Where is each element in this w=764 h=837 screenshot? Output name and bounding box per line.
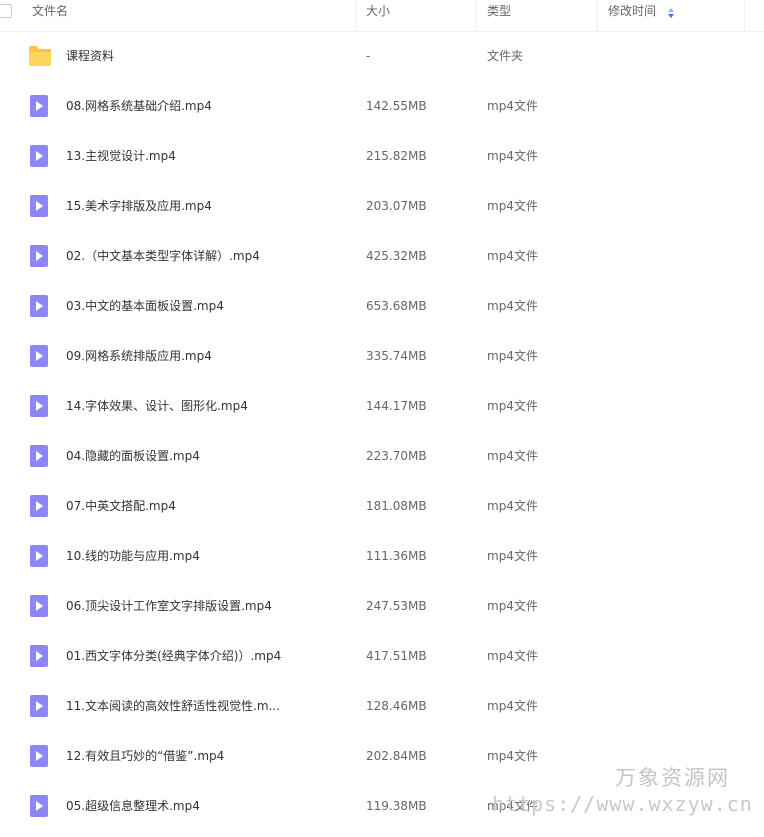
file-type: mp4文件 xyxy=(487,649,538,663)
file-size: 425.32MB xyxy=(366,249,427,263)
file-name[interactable]: 04.隐藏的面板设置.mp4 xyxy=(66,431,200,481)
file-size: 653.68MB xyxy=(366,299,427,313)
file-row[interactable]: 01.西文字体分类(经典字体介绍)）.mp4 417.51MB mp4文件 xyxy=(0,631,764,681)
video-file-icon xyxy=(28,345,52,367)
select-all-checkbox[interactable] xyxy=(0,4,12,18)
file-row[interactable]: 14.字体效果、设计、图形化.mp4 144.17MB mp4文件 xyxy=(0,381,764,431)
file-type: mp4文件 xyxy=(487,699,538,713)
file-size: 215.82MB xyxy=(366,149,427,163)
file-size: 202.84MB xyxy=(366,749,427,763)
file-type: mp4文件 xyxy=(487,499,538,513)
file-row[interactable]: 09.网格系统排版应用.mp4 335.74MB mp4文件 xyxy=(0,331,764,381)
file-row[interactable]: 04.隐藏的面板设置.mp4 223.70MB mp4文件 xyxy=(0,431,764,481)
file-size: - xyxy=(366,49,371,63)
file-size: 247.53MB xyxy=(366,599,427,613)
video-file-icon xyxy=(28,145,52,167)
file-list-header: 文件名 大小 类型 修改时间 xyxy=(0,0,764,32)
file-size: 111.36MB xyxy=(366,549,427,563)
file-size: 142.55MB xyxy=(366,99,427,113)
video-file-icon xyxy=(28,795,52,817)
file-size: 119.38MB xyxy=(366,799,427,813)
file-name[interactable]: 05.超级信息整理术.mp4 xyxy=(66,781,200,831)
video-file-icon xyxy=(28,595,52,617)
column-header-size[interactable]: 大小 xyxy=(356,0,477,31)
file-type: mp4文件 xyxy=(487,149,538,163)
file-name[interactable]: 14.字体效果、设计、图形化.mp4 xyxy=(66,381,248,431)
video-file-icon xyxy=(28,95,52,117)
file-row[interactable]: 06.顶尖设计工作室文字排版设置.mp4 247.53MB mp4文件 xyxy=(0,581,764,631)
file-size: 144.17MB xyxy=(366,399,427,413)
video-file-icon xyxy=(28,545,52,567)
file-type: mp4文件 xyxy=(487,399,538,413)
column-header-size-label: 大小 xyxy=(366,4,391,18)
file-size: 417.51MB xyxy=(366,649,427,663)
sort-descending-icon[interactable] xyxy=(668,8,674,18)
column-header-modified[interactable]: 修改时间 xyxy=(598,0,745,31)
file-size: 128.46MB xyxy=(366,699,427,713)
file-name[interactable]: 06.顶尖设计工作室文字排版设置.mp4 xyxy=(66,581,272,631)
file-size: 181.08MB xyxy=(366,499,427,513)
file-size: 203.07MB xyxy=(366,199,427,213)
file-name[interactable]: 12.有效且巧妙的“借鉴”.mp4 xyxy=(66,731,224,781)
file-name[interactable]: 13.主视觉设计.mp4 xyxy=(66,131,176,181)
video-file-icon xyxy=(28,745,52,767)
column-header-name[interactable]: 文件名 xyxy=(0,0,356,31)
video-file-icon xyxy=(28,645,52,667)
column-header-type-label: 类型 xyxy=(487,4,512,18)
file-size: 335.74MB xyxy=(366,349,427,363)
file-name[interactable]: 07.中英文搭配.mp4 xyxy=(66,481,176,531)
file-row[interactable]: 15.美术字排版及应用.mp4 203.07MB mp4文件 xyxy=(0,181,764,231)
file-list: 课程资料 - 文件夹 08.网格系统基础介绍.mp4 142.55MB mp4文件 13.主… xyxy=(0,31,764,831)
file-type: mp4文件 xyxy=(487,599,538,613)
video-file-icon xyxy=(28,195,52,217)
watermark: 万象资源网 https://www.wxzyw.cn xyxy=(492,757,752,827)
file-type: mp4文件 xyxy=(487,249,538,263)
column-header-modified-label: 修改时间 xyxy=(608,4,657,18)
file-name[interactable]: 01.西文字体分类(经典字体介绍)）.mp4 xyxy=(66,631,281,681)
file-row[interactable]: 13.主视觉设计.mp4 215.82MB mp4文件 xyxy=(0,131,764,181)
watermark-title: 万象资源网 xyxy=(615,766,730,790)
file-name[interactable]: 课程资料 xyxy=(66,31,114,81)
file-name[interactable]: 09.网格系统排版应用.mp4 xyxy=(66,331,212,381)
file-name[interactable]: 10.线的功能与应用.mp4 xyxy=(66,531,200,581)
file-name[interactable]: 02.（中文基本类型字体详解）.mp4 xyxy=(66,231,260,281)
file-type: mp4文件 xyxy=(487,99,538,113)
file-name[interactable]: 08.网格系统基础介绍.mp4 xyxy=(66,81,212,131)
file-name[interactable]: 11.文本阅读的高效性舒适性视觉性.m... xyxy=(66,681,280,731)
video-file-icon xyxy=(28,295,52,317)
video-file-icon xyxy=(28,245,52,267)
file-name[interactable]: 03.中文的基本面板设置.mp4 xyxy=(66,281,224,331)
file-row[interactable]: 02.（中文基本类型字体详解）.mp4 425.32MB mp4文件 xyxy=(0,231,764,281)
file-size: 223.70MB xyxy=(366,449,427,463)
column-header-type[interactable]: 类型 xyxy=(477,0,598,31)
video-file-icon xyxy=(28,395,52,417)
file-type: mp4文件 xyxy=(487,449,538,463)
video-file-icon xyxy=(28,695,52,717)
watermark-url: https://www.wxzyw.cn xyxy=(492,792,753,816)
file-type: 文件夹 xyxy=(487,49,524,63)
file-row[interactable]: 10.线的功能与应用.mp4 111.36MB mp4文件 xyxy=(0,531,764,581)
file-row[interactable]: 课程资料 - 文件夹 xyxy=(0,31,764,81)
file-row[interactable]: 03.中文的基本面板设置.mp4 653.68MB mp4文件 xyxy=(0,281,764,331)
video-file-icon xyxy=(28,445,52,467)
column-header-name-label: 文件名 xyxy=(32,4,69,18)
file-type: mp4文件 xyxy=(487,299,538,313)
file-row[interactable]: 11.文本阅读的高效性舒适性视觉性.m... 128.46MB mp4文件 xyxy=(0,681,764,731)
file-name[interactable]: 15.美术字排版及应用.mp4 xyxy=(66,181,212,231)
file-row[interactable]: 07.中英文搭配.mp4 181.08MB mp4文件 xyxy=(0,481,764,531)
video-file-icon xyxy=(28,495,52,517)
file-type: mp4文件 xyxy=(487,199,538,213)
file-row[interactable]: 08.网格系统基础介绍.mp4 142.55MB mp4文件 xyxy=(0,81,764,131)
folder-icon xyxy=(28,45,52,67)
file-type: mp4文件 xyxy=(487,349,538,363)
file-type: mp4文件 xyxy=(487,549,538,563)
